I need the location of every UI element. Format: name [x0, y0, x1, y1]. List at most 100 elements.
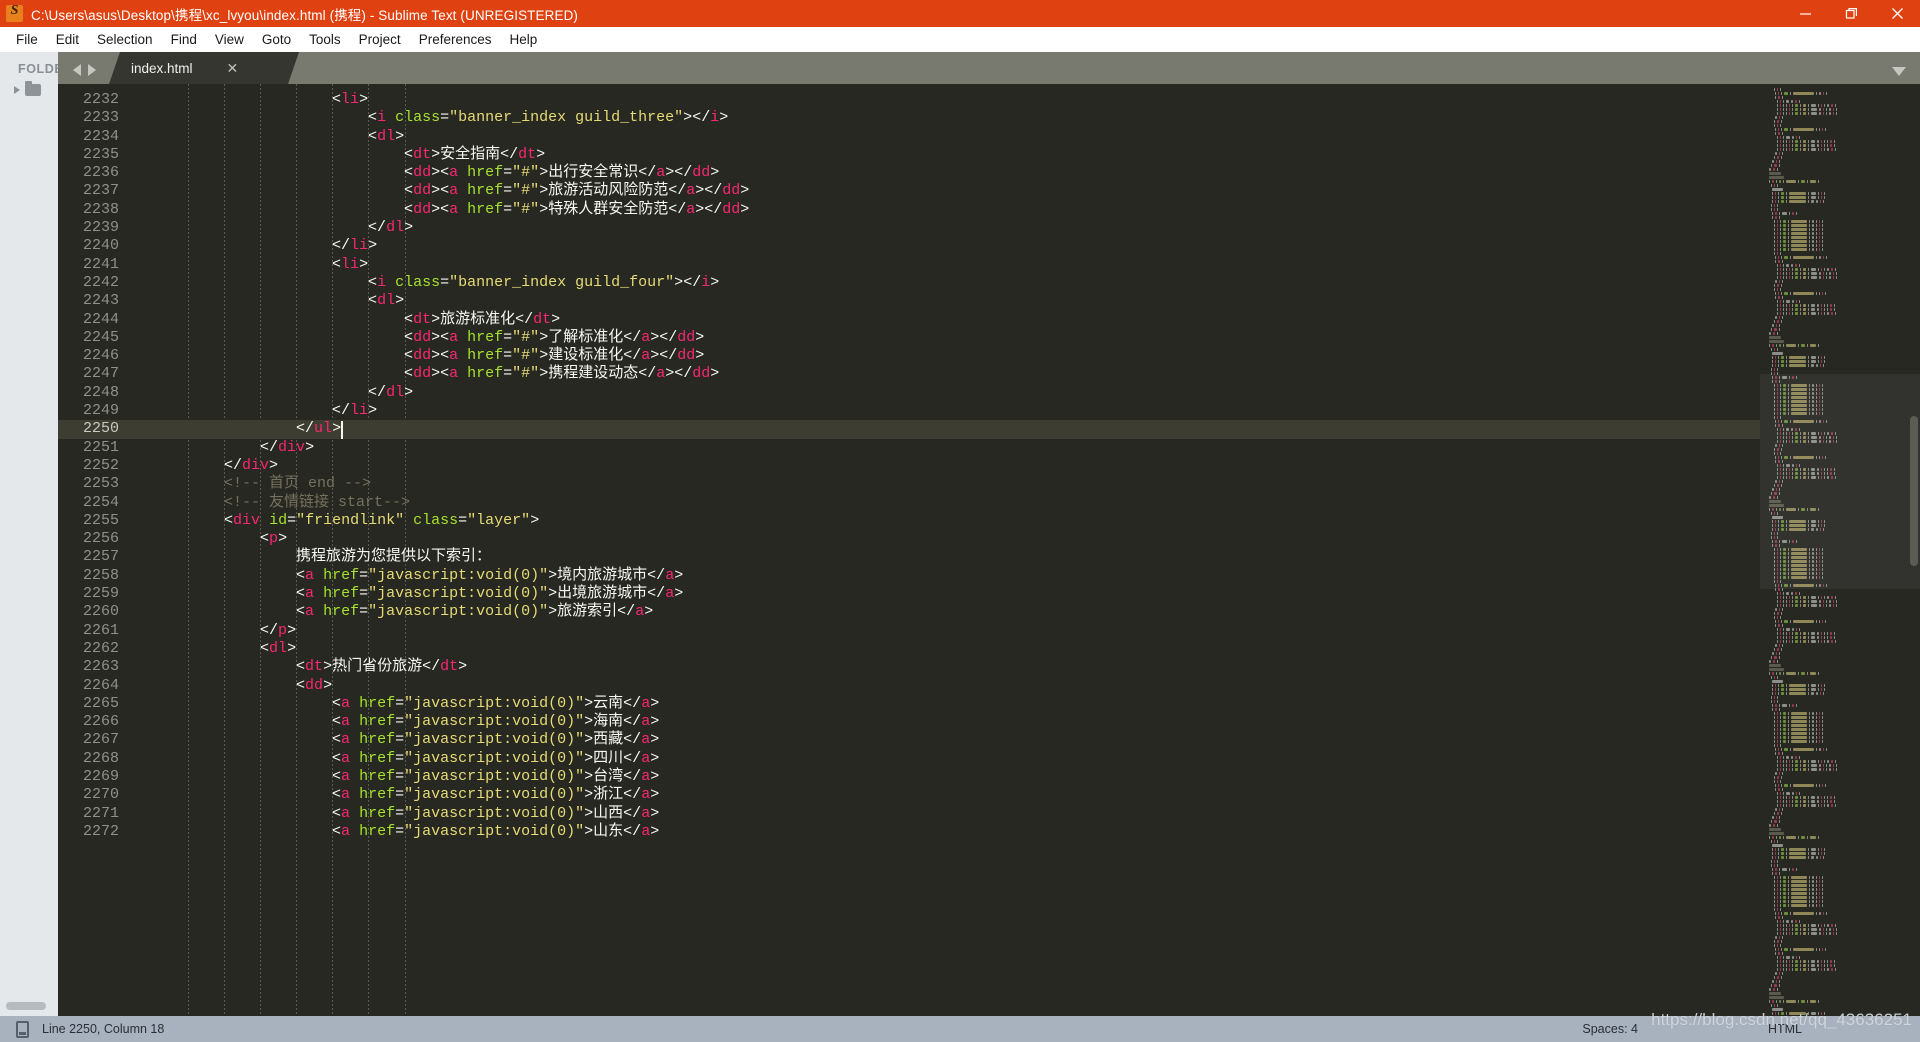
- code-line[interactable]: <li>: [152, 256, 1760, 274]
- minimap-segment: [1820, 796, 1822, 799]
- minimap-segment: [1779, 312, 1782, 315]
- code-line[interactable]: </dl>: [152, 219, 1760, 237]
- code-line[interactable]: <!-- 首页 end -->: [152, 475, 1760, 493]
- minimize-icon[interactable]: [1782, 0, 1828, 27]
- code-line[interactable]: <dd>: [152, 677, 1760, 695]
- code-line[interactable]: <a href="javascript:void(0)">山西</a>: [152, 805, 1760, 823]
- menu-item-edit[interactable]: Edit: [47, 29, 88, 51]
- menu-item-project[interactable]: Project: [350, 29, 410, 51]
- menu-item-selection[interactable]: Selection: [88, 29, 162, 51]
- code-line[interactable]: <!-- 友情链接 start-->: [152, 494, 1760, 512]
- chevron-right-icon[interactable]: [14, 86, 20, 94]
- code-viewport[interactable]: <li> <i class="banner_index guild_three"…: [130, 84, 1760, 1016]
- minimap-segment: [1783, 920, 1785, 923]
- token-punc: >: [674, 273, 684, 291]
- code-line[interactable]: <dt>旅游标准化</dt>: [152, 311, 1760, 329]
- sidebar-folder-item[interactable]: [0, 76, 58, 96]
- sidebar[interactable]: FOLDE: [0, 52, 58, 1016]
- code-line[interactable]: <dd><a href="#">出行安全常识</a></dd>: [152, 164, 1760, 182]
- menu-item-find[interactable]: Find: [162, 29, 206, 51]
- minimap-segment: [1779, 160, 1781, 163]
- code-line[interactable]: </p>: [152, 622, 1760, 640]
- code-line[interactable]: <i class="banner_index guild_four"></i>: [152, 274, 1760, 292]
- code-line[interactable]: <a href="javascript:void(0)">浙江</a>: [152, 786, 1760, 804]
- tab-nav-arrows[interactable]: [58, 64, 109, 84]
- token-tag: dd: [305, 676, 324, 694]
- code-line[interactable]: </div>: [152, 439, 1760, 457]
- code-line[interactable]: <dd><a href="#">特殊人群安全防范</a></dd>: [152, 201, 1760, 219]
- code-line[interactable]: </ul>: [152, 420, 1760, 438]
- close-icon[interactable]: ✕: [227, 61, 239, 75]
- code-editor[interactable]: 2232 2233 2234 2235 2236 2237 2238 2239 2240 2241…: [58, 84, 1920, 1016]
- code-line[interactable]: </li>: [152, 402, 1760, 420]
- code-line[interactable]: <a href="javascript:void(0)">山东</a>: [152, 823, 1760, 841]
- menu-item-view[interactable]: View: [206, 29, 253, 51]
- code-line[interactable]: </div>: [152, 457, 1760, 475]
- vertical-scrollbar-thumb[interactable]: [1910, 416, 1918, 566]
- minimap-segment: [1787, 248, 1789, 251]
- menu-item-file[interactable]: File: [7, 29, 47, 51]
- minimap-segment: [1769, 1000, 1770, 1003]
- code-line[interactable]: <a href="javascript:void(0)">出境旅游城市</a>: [152, 585, 1760, 603]
- indentation-setting[interactable]: Spaces: 4: [1582, 1022, 1638, 1036]
- code-line[interactable]: <dd><a href="#">旅游活动风险防范</a></dd>: [152, 182, 1760, 200]
- minimap-segment: [1820, 144, 1822, 147]
- code-line[interactable]: </dl>: [152, 384, 1760, 402]
- chevron-down-icon[interactable]: [1892, 67, 1906, 76]
- code-line[interactable]: <a href="javascript:void(0)">旅游索引</a>: [152, 603, 1760, 621]
- menu-item-help[interactable]: Help: [501, 29, 547, 51]
- code-line[interactable]: <a href="javascript:void(0)">云南</a>: [152, 695, 1760, 713]
- arrow-left-icon[interactable]: [73, 64, 81, 76]
- minimap-line: [1768, 896, 1920, 899]
- minimap-line: [1769, 948, 1920, 951]
- token-punc: >: [404, 383, 414, 401]
- document-icon[interactable]: [16, 1020, 29, 1038]
- minimap-segment: [1778, 620, 1779, 623]
- minimap-segment: [1789, 108, 1791, 111]
- tab-index-html[interactable]: index.html ✕: [109, 52, 299, 84]
- code-line[interactable]: <li>: [152, 91, 1760, 109]
- code-line[interactable]: <dt>热门省份旅游</dt>: [152, 658, 1760, 676]
- code-line[interactable]: <div id="friendlink" class="layer">: [152, 512, 1760, 530]
- code-line[interactable]: <dd><a href="#">建设标准化</a></dd>: [152, 347, 1760, 365]
- code-line[interactable]: <dl>: [152, 292, 1760, 310]
- menu-item-goto[interactable]: Goto: [253, 29, 300, 51]
- minimap[interactable]: [1760, 84, 1920, 1016]
- close-icon[interactable]: [1874, 0, 1920, 27]
- minimap-segment: [1786, 112, 1788, 115]
- code-line[interactable]: <a href="javascript:void(0)">海南</a>: [152, 713, 1760, 731]
- minimap-segment: [1807, 636, 1809, 639]
- code-line[interactable]: 携程旅游为您提供以下索引：: [152, 548, 1760, 566]
- menu-item-preferences[interactable]: Preferences: [410, 29, 501, 51]
- code-line[interactable]: <dd><a href="#">携程建设动态</a></dd>: [152, 365, 1760, 383]
- syntax-setting[interactable]: HTML: [1768, 1022, 1802, 1036]
- code-line[interactable]: <a href="javascript:void(0)">西藏</a>: [152, 731, 1760, 749]
- minimap-segment: [1792, 800, 1794, 803]
- code-line[interactable]: <dt>安全指南</dt>: [152, 146, 1760, 164]
- minimap-segment: [1810, 684, 1816, 687]
- sidebar-horizontal-scrollbar[interactable]: [6, 1002, 46, 1010]
- minimap-segment: [1821, 196, 1823, 199]
- code-line[interactable]: <i class="banner_index guild_three"></i>: [152, 109, 1760, 127]
- minimap-segment: [1775, 324, 1778, 327]
- code-line[interactable]: <dl>: [152, 640, 1760, 658]
- code-line[interactable]: </li>: [152, 237, 1760, 255]
- code-line[interactable]: <dd><a href="#">了解标准化</a></dd>: [152, 329, 1760, 347]
- arrow-right-icon[interactable]: [88, 64, 96, 76]
- maximize-restore-icon[interactable]: [1828, 0, 1874, 27]
- code-line[interactable]: <p>: [152, 530, 1760, 548]
- token-punc: <: [404, 347, 414, 365]
- minimap-segment: [1786, 692, 1788, 695]
- vertical-scrollbar[interactable]: [1908, 116, 1920, 1016]
- menu-item-tools[interactable]: Tools: [300, 29, 350, 51]
- code-line[interactable]: <dl>: [152, 128, 1760, 146]
- minimap-segment: [1807, 1012, 1809, 1015]
- source-code[interactable]: <li> <i class="banner_index guild_three"…: [130, 91, 1760, 841]
- token-punc: >: [548, 603, 558, 621]
- code-line[interactable]: <a href="javascript:void(0)">四川</a>: [152, 750, 1760, 768]
- code-line[interactable]: <a href="javascript:void(0)">台湾</a>: [152, 768, 1760, 786]
- code-line[interactable]: <a href="javascript:void(0)">境内旅游城市</a>: [152, 567, 1760, 585]
- minimap-segment: [1772, 680, 1783, 683]
- minimap-segment: [1786, 140, 1788, 143]
- minimap-viewport[interactable]: [1760, 374, 1920, 589]
